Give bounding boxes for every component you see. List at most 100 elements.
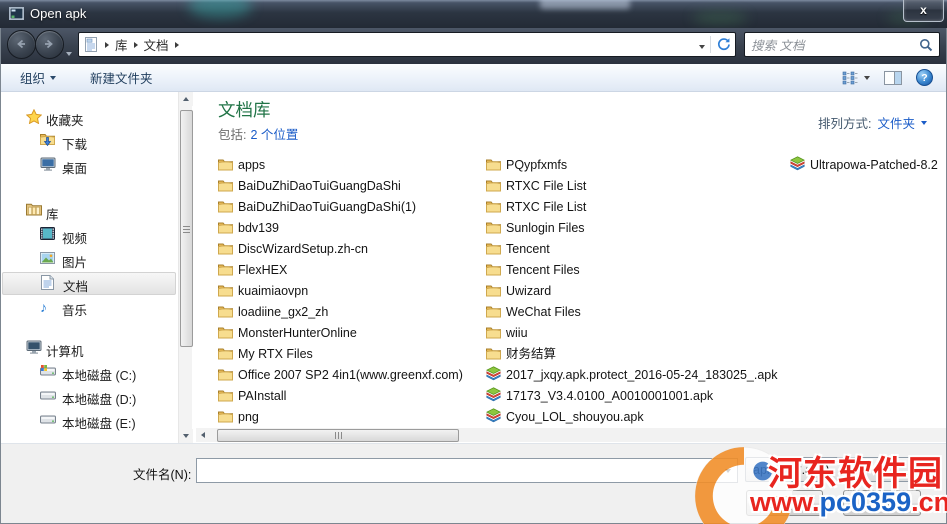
folder-icon	[218, 326, 233, 340]
file-item-folder[interactable]: loadiine_gx2_zh	[218, 302, 328, 323]
file-item-apk[interactable]: 17173_V3.4.0100_A0010001001.apk	[485, 386, 713, 407]
file-item-folder[interactable]: RTXC File List	[486, 176, 586, 197]
file-item-folder[interactable]: PQypfxmfs	[486, 155, 567, 176]
sidebar-item-label: 库	[46, 208, 59, 222]
address-dropdown[interactable]	[699, 36, 705, 54]
sidebar-item-desktop[interactable]: 桌面	[2, 155, 174, 176]
folder-icon	[218, 158, 233, 172]
back-arrow-icon	[17, 39, 25, 49]
file-item-folder[interactable]: WeChat Files	[486, 302, 581, 323]
help-button[interactable]: ?	[916, 69, 933, 86]
close-button[interactable]: x	[903, 0, 944, 22]
document-icon	[85, 37, 97, 52]
breadcrumb-documents[interactable]: 文档	[144, 35, 169, 54]
main-area: 收藏夹下载桌面库视频图片 文档 ♪ 音乐计算机本地磁盘 (C:) 本地磁盘 (D:) 本地…	[0, 92, 947, 443]
file-name: apps	[238, 158, 266, 172]
views-button[interactable]	[842, 71, 870, 85]
file-name: wiiu	[506, 326, 528, 340]
sidebar-item-documents[interactable]: 文档	[2, 272, 176, 295]
computer-icon	[26, 340, 42, 359]
file-item-folder[interactable]: Sunlogin Files	[486, 218, 585, 239]
back-button[interactable]	[7, 30, 36, 59]
preview-pane-button[interactable]	[884, 70, 902, 85]
search-input[interactable]: 搜索 文档	[744, 32, 940, 57]
sidebar-item-disk-e[interactable]: 本地磁盘 (E:)	[2, 410, 174, 431]
sidebar-item-label: 视频	[62, 232, 88, 246]
scroll-down-button[interactable]	[179, 429, 193, 443]
sidebar-item-disk-d[interactable]: 本地磁盘 (D:)	[2, 386, 174, 407]
open-button[interactable]: 打开(O)	[746, 490, 823, 516]
file-name: RTXC File List	[506, 200, 587, 214]
folder-icon	[486, 242, 501, 256]
sidebar-item-pictures[interactable]: 图片	[2, 249, 174, 270]
filename-input[interactable]	[196, 458, 738, 483]
file-item-folder[interactable]: bdv139	[218, 218, 279, 239]
filetype-select[interactable]: apk file(*.apk)	[745, 457, 940, 482]
arrange-value[interactable]: 文件夹	[877, 113, 915, 132]
chevron-down-icon[interactable]	[725, 468, 731, 473]
file-name: 2017_jxqy.apk.protect_2016-05-24_183025_…	[506, 368, 778, 382]
search-placeholder: 搜索 文档	[751, 39, 805, 53]
breadcrumb-separator-icon	[105, 41, 109, 48]
horizontal-scrollbar[interactable]	[196, 428, 947, 442]
new-folder-button[interactable]: 新建文件夹	[82, 64, 161, 91]
file-item-folder[interactable]: PAInstall	[218, 386, 286, 407]
sidebar-scrollbar[interactable]	[178, 92, 193, 443]
file-item-apk[interactable]: Ultrapowa-Patched-8.2	[789, 155, 938, 176]
file-name: kuaimiaovpn	[238, 284, 309, 298]
file-item-folder[interactable]: wiiu	[486, 323, 528, 344]
desktop-icon	[40, 157, 56, 176]
file-item-folder[interactable]: My RTX Files	[218, 344, 313, 365]
scroll-up-button[interactable]	[179, 92, 193, 106]
sidebar-item-computer[interactable]: 计算机	[2, 338, 174, 359]
file-item-folder[interactable]: Tencent	[486, 239, 550, 260]
file-item-apk[interactable]: Cyou_LOL_shouyou.apk	[485, 407, 644, 428]
file-item-folder[interactable]: kuaimiaovpn	[218, 281, 308, 302]
folder-icon	[486, 200, 501, 214]
file-item-folder[interactable]: Uwizard	[486, 281, 551, 302]
file-item-folder[interactable]: FlexHEX	[218, 260, 287, 281]
sidebar-item-label: 本地磁盘 (D:)	[62, 393, 137, 407]
music-icon: ♪	[40, 299, 47, 315]
sidebar-item-favorites[interactable]: 收藏夹	[2, 107, 174, 128]
forward-button[interactable]	[35, 30, 64, 59]
dialog-footer: 文件名(N): apk file(*.apk) 打开(O) 取消	[0, 443, 947, 524]
file-item-apk[interactable]: 2017_jxqy.apk.protect_2016-05-24_183025_…	[485, 365, 778, 386]
file-item-folder[interactable]: DiscWizardSetup.zh-cn	[218, 239, 368, 260]
file-item-folder[interactable]: Tencent Files	[486, 260, 580, 281]
sidebar-item-music[interactable]: ♪ 音乐	[2, 297, 174, 319]
search-icon[interactable]	[919, 38, 933, 52]
address-bar[interactable]: 库 文档	[78, 32, 736, 57]
file-item-folder[interactable]: BaiDuZhiDaoTuiGuangDaShi	[218, 176, 401, 197]
folder-icon	[486, 326, 501, 340]
refresh-icon[interactable]	[716, 37, 731, 52]
sidebar-item-disk-c[interactable]: 本地磁盘 (C:)	[2, 362, 174, 383]
organize-button[interactable]: 组织	[12, 64, 64, 91]
file-item-folder[interactable]: png	[218, 407, 259, 428]
download-icon	[40, 133, 55, 152]
scrollbar-thumb[interactable]	[217, 429, 459, 442]
file-item-folder[interactable]: 财务结算	[486, 344, 556, 365]
file-item-folder[interactable]: apps	[218, 155, 265, 176]
chevron-down-icon[interactable]	[921, 120, 927, 125]
sidebar-item-downloads[interactable]: 下载	[2, 131, 174, 152]
recent-pages-dropdown[interactable]	[66, 43, 72, 61]
locations-link[interactable]: 2 个位置	[250, 128, 298, 142]
folder-icon	[486, 263, 501, 277]
scroll-left-button[interactable]	[196, 428, 210, 442]
breadcrumb-libraries[interactable]: 库	[115, 35, 128, 54]
cancel-button[interactable]: 取消	[843, 490, 921, 516]
sidebar-item-videos[interactable]: 视频	[2, 225, 174, 246]
file-item-folder[interactable]: BaiDuZhiDaoTuiGuangDaShi(1)	[218, 197, 416, 218]
file-item-folder[interactable]: MonsterHunterOnline	[218, 323, 357, 344]
organize-label: 组织	[20, 72, 46, 86]
apk-icon	[485, 387, 502, 403]
sidebar-item-libraries[interactable]: 库	[2, 201, 174, 222]
file-item-folder[interactable]: Office 2007 SP2 4in1(www.greenxf.com)	[218, 365, 463, 386]
filename-label: 文件名(N):	[133, 468, 192, 482]
apk-icon	[789, 156, 806, 172]
file-name: Tencent	[506, 242, 550, 256]
navigation-bar: 库 文档 搜索 文档	[0, 28, 947, 65]
forward-arrow-icon	[45, 39, 53, 49]
file-item-folder[interactable]: RTXC File List	[486, 197, 586, 218]
